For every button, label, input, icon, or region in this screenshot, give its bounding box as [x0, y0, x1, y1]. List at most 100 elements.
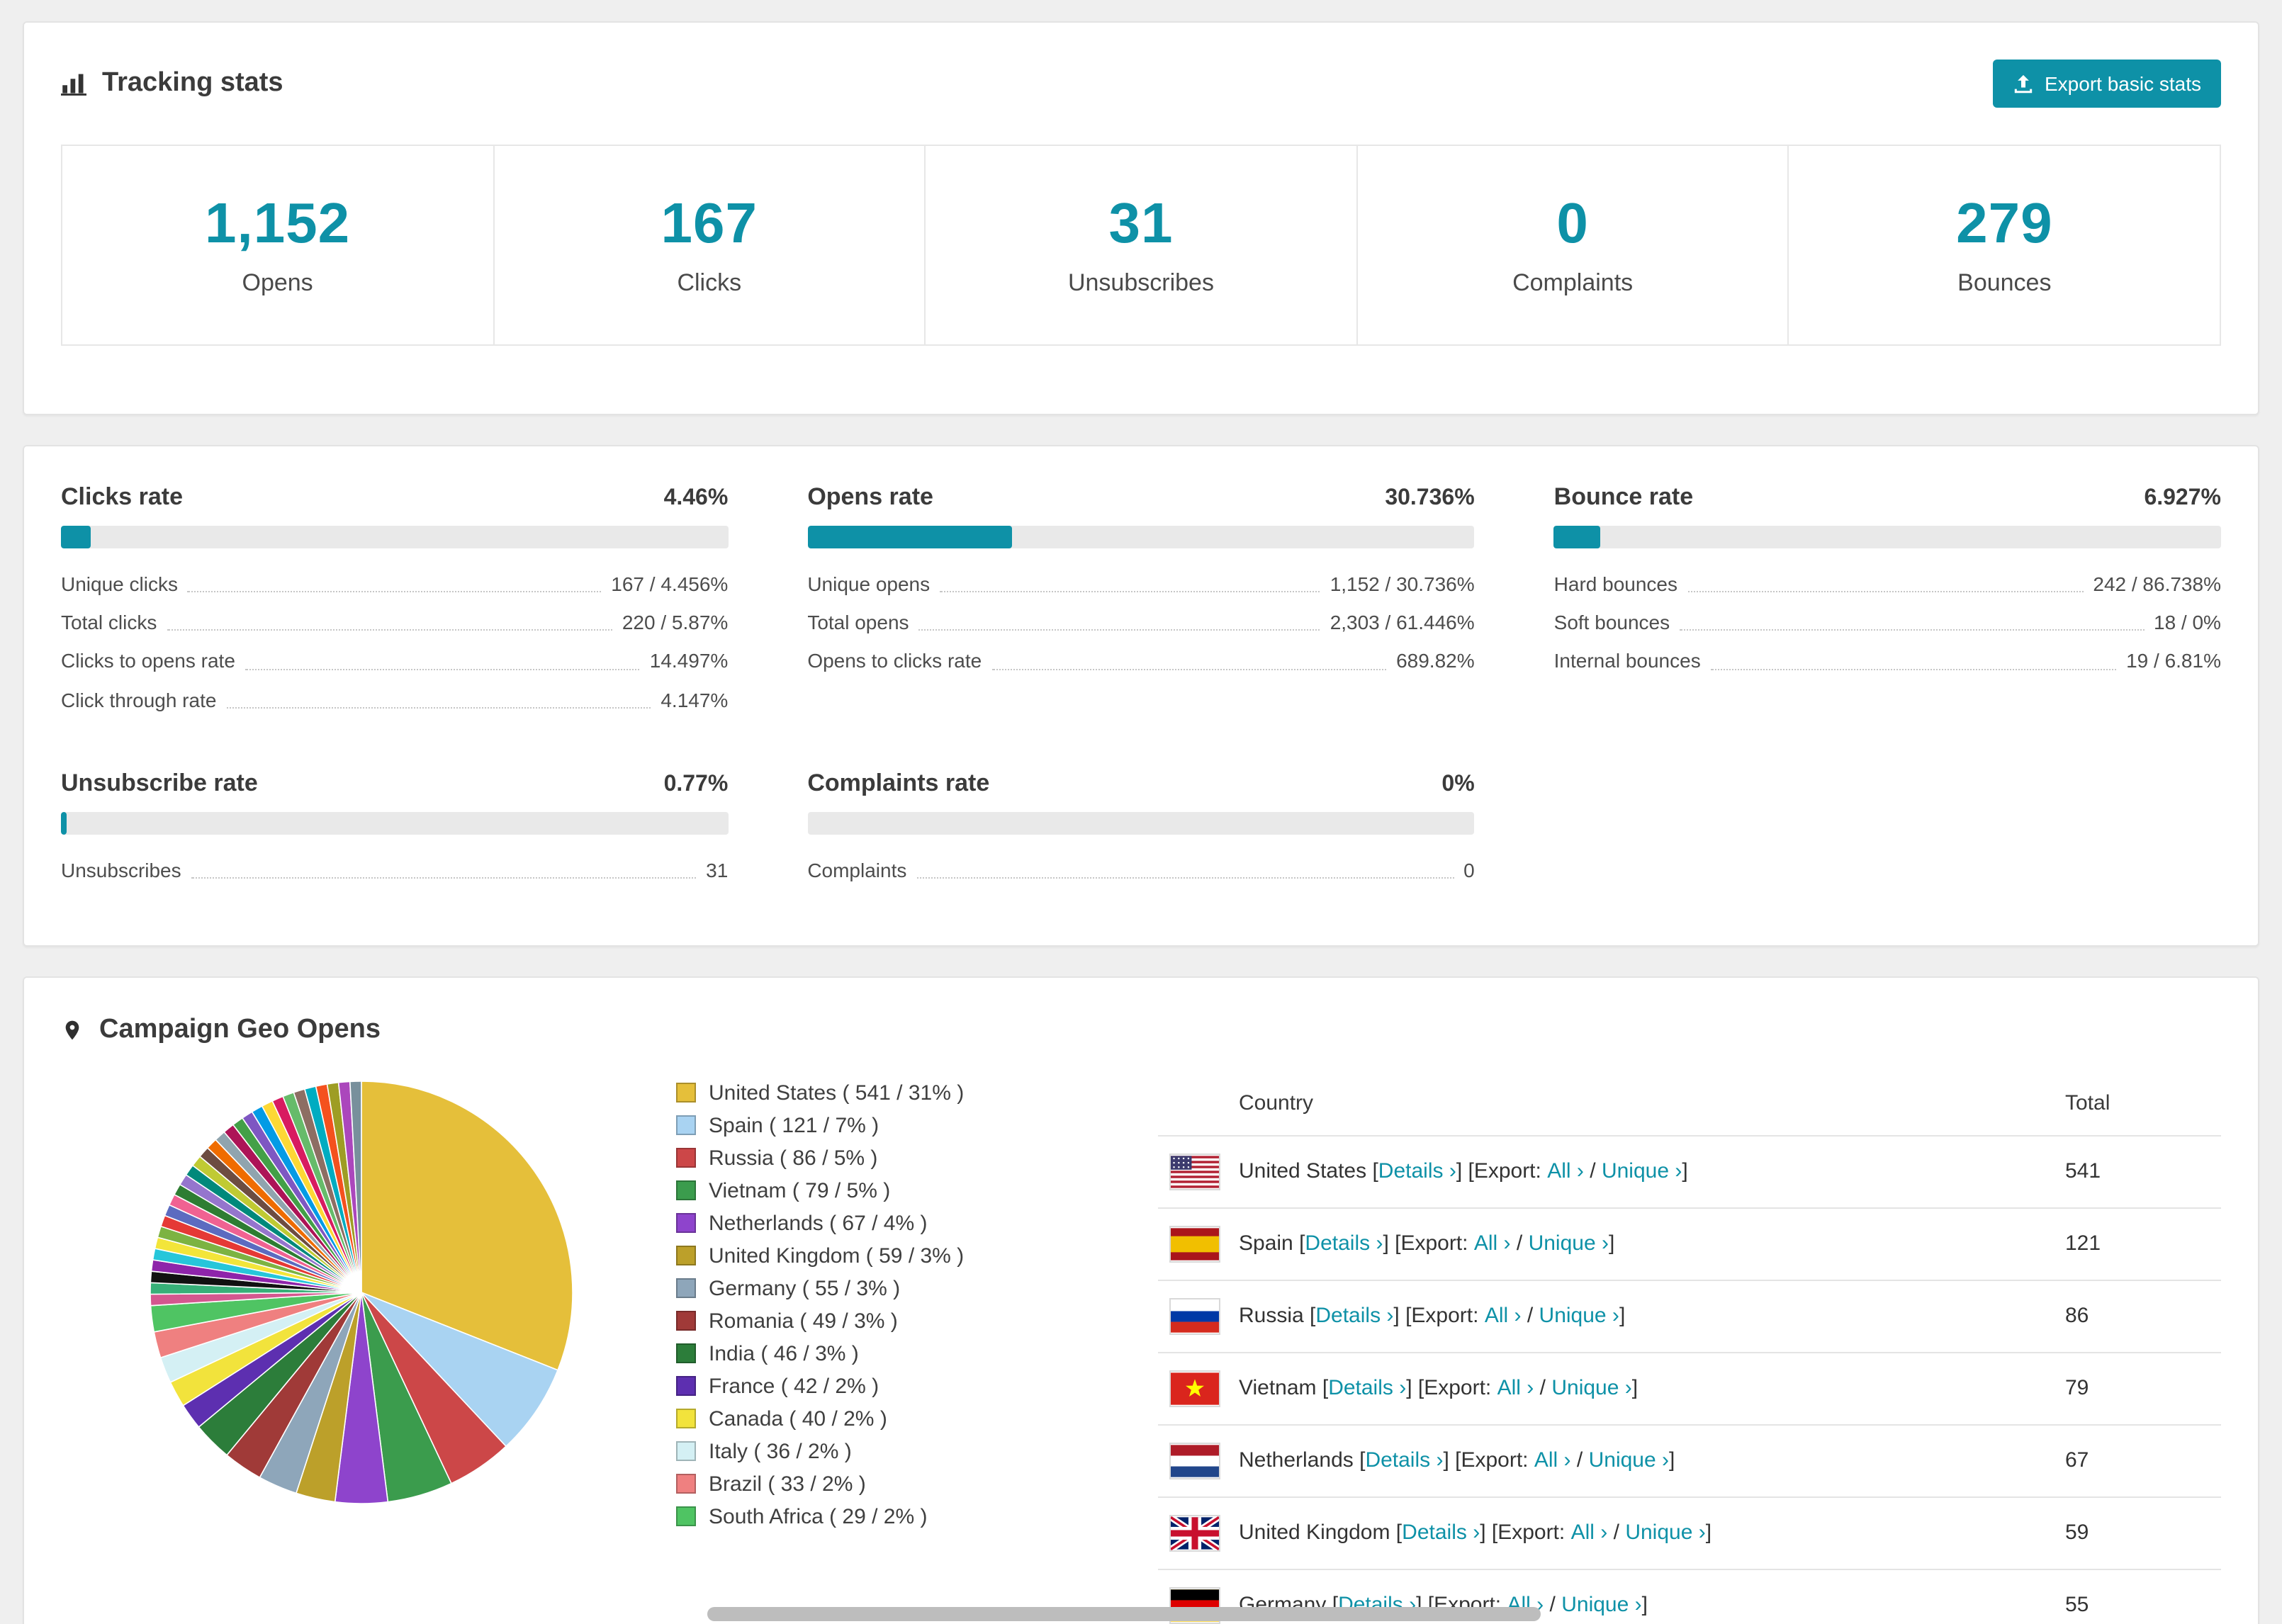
rate-detail-label: Hard bounces [1553, 573, 1677, 595]
rate-header: Unsubscribe rate 0.77% [61, 769, 728, 798]
rate-progress-bar [807, 811, 1475, 835]
country-cell: Spain [Details ›] [Export: All › / Uniqu… [1171, 1227, 2065, 1261]
bar-chart-icon [61, 74, 86, 96]
rate-progress-bar [61, 811, 729, 835]
export-all-link[interactable]: All › [1571, 1521, 1608, 1545]
stats-row: 1,152 Opens 167 Clicks 31 Unsubscribes 0 Compla… [61, 145, 2221, 346]
country-cell: Netherlands [Details ›] [Export: All › /… [1171, 1444, 2065, 1478]
stat-label: Unsubscribes [1067, 269, 1214, 296]
horizontal-scrollbar[interactable] [707, 1607, 1541, 1621]
legend-item-romania[interactable]: Romania ( 49 / 3% ) [676, 1305, 1030, 1338]
legend-item-russia[interactable]: Russia ( 86 / 5% ) [676, 1142, 1030, 1175]
details-link[interactable]: Details › [1402, 1521, 1480, 1545]
country-name: Vietnam [ [1239, 1376, 1329, 1401]
flag-vn-icon [1171, 1372, 1219, 1406]
rate-percent: 4.46% [663, 486, 729, 510]
slash-text: / [1510, 1231, 1529, 1256]
rate-detail-value: 242 / 86.738% [2093, 573, 2221, 595]
rate-detail-label: Unique clicks [61, 573, 178, 595]
legend-item-united-kingdom[interactable]: United Kingdom ( 59 / 3% ) [676, 1240, 1030, 1273]
export-all-link[interactable]: All › [1534, 1449, 1571, 1473]
flag-ru-icon [1171, 1299, 1219, 1333]
table-row-united-states: United States [Details ›] [Export: All ›… [1158, 1134, 2221, 1207]
rate-header: Bounce rate 6.927% [1554, 483, 2221, 512]
details-link[interactable]: Details › [1328, 1377, 1406, 1401]
stat-box-complaints: 0 Complaints [1356, 145, 1789, 346]
details-link[interactable]: Details › [1315, 1304, 1393, 1329]
legend-item-vietnam[interactable]: Vietnam ( 79 / 5% ) [676, 1175, 1030, 1207]
slash-text: / [1521, 1304, 1539, 1329]
stats-page: Tracking stats Export basic stats 1,152 O… [0, 0, 2282, 1624]
rate-percent: 0.77% [663, 772, 729, 796]
details-link[interactable]: Details › [1365, 1449, 1443, 1473]
rate-detail-label: Total opens [807, 611, 909, 634]
legend-item-france[interactable]: France ( 42 / 2% ) [676, 1370, 1030, 1403]
legend-swatch [676, 1376, 696, 1397]
table-row-united-kingdom: United Kingdom [Details ›] [Export: All … [1158, 1496, 2221, 1569]
rate-detail-value: 18 / 0% [2154, 611, 2221, 634]
rate-detail-value: 1,152 / 30.736% [1330, 573, 1475, 595]
legend-swatch [676, 1115, 696, 1136]
export-unique-link[interactable]: Unique › [1561, 1594, 1641, 1618]
bracket-close-text: ] [1608, 1231, 1615, 1256]
bracket-close-text: ] [1631, 1376, 1639, 1401]
stat-value: 279 [1956, 193, 2053, 255]
export-unique-link[interactable]: Unique › [1539, 1304, 1619, 1329]
stat-value: 167 [661, 193, 758, 255]
column-header-country: Country [1239, 1090, 1314, 1115]
details-link[interactable]: Details › [1305, 1232, 1383, 1256]
legend-item-south-africa[interactable]: South Africa ( 29 / 2% ) [676, 1501, 1030, 1533]
export-unique-link[interactable]: Unique › [1602, 1160, 1682, 1184]
dotted-leader [916, 876, 1454, 879]
rate-progress-bar [61, 526, 729, 548]
legend-item-italy[interactable]: Italy ( 36 / 2% ) [676, 1436, 1030, 1468]
country-name: Netherlands [ [1239, 1448, 1366, 1473]
bracket-text: ] [Export: [1443, 1448, 1534, 1473]
export-unique-link[interactable]: Unique › [1589, 1449, 1669, 1473]
rate-detail-row: Clicks to opens rate 14.497% [61, 648, 728, 674]
legend-item-netherlands[interactable]: Netherlands ( 67 / 4% ) [676, 1207, 1030, 1240]
country-cell: Vietnam [Details ›] [Export: All › / Uni… [1171, 1372, 2065, 1406]
legend-item-spain[interactable]: Spain ( 121 / 7% ) [676, 1110, 1030, 1142]
legend-item-india[interactable]: India ( 46 / 3% ) [676, 1338, 1030, 1370]
rates-grid: Clicks rate 4.46% Unique clicks 167 / 4.456… [61, 483, 2221, 883]
rate-detail-value: 19 / 6.81% [2126, 649, 2221, 672]
rate-progress-fill [807, 526, 1013, 548]
rate-title: Opens rate [807, 483, 933, 510]
rate-header: Clicks rate 4.46% [61, 483, 728, 512]
slash-text: / [1544, 1593, 1562, 1618]
export-unique-link[interactable]: Unique › [1551, 1377, 1631, 1401]
rate-detail-label: Complaints [807, 858, 907, 881]
rate-detail-label: Soft bounces [1553, 611, 1670, 634]
country-name: United States [ [1239, 1159, 1378, 1184]
legend-swatch [676, 1409, 696, 1429]
geo-card-title: Campaign Geo Opens [61, 1015, 381, 1046]
legend-item-united-states[interactable]: United States ( 541 / 31% ) [676, 1077, 1030, 1110]
legend-label: Spain ( 121 / 7% ) [709, 1113, 879, 1138]
export-all-link[interactable]: All › [1547, 1160, 1584, 1184]
dotted-leader [191, 876, 697, 879]
legend-label: France ( 42 / 2% ) [709, 1374, 879, 1399]
rate-header: Complaints rate 0% [807, 769, 1474, 798]
country-cell: United States [Details ›] [Export: All ›… [1171, 1155, 2065, 1189]
export-all-link[interactable]: All › [1497, 1377, 1534, 1401]
export-all-link[interactable]: All › [1485, 1304, 1522, 1329]
export-unique-link[interactable]: Unique › [1625, 1521, 1705, 1545]
dotted-leader [187, 591, 602, 593]
export-all-link[interactable]: All › [1474, 1232, 1511, 1256]
legend-item-brazil[interactable]: Brazil ( 33 / 2% ) [676, 1468, 1030, 1501]
legend-item-canada[interactable]: Canada ( 40 / 2% ) [676, 1403, 1030, 1436]
rate-detail-value: 220 / 5.87% [622, 611, 729, 634]
legend-swatch [676, 1311, 696, 1331]
rate-block-opens-rate: Opens rate 30.736% Unique opens 1,152 / 30.… [807, 483, 1475, 713]
rate-detail-value: 167 / 4.456% [611, 573, 729, 595]
export-unique-link[interactable]: Unique › [1529, 1232, 1609, 1256]
rate-block-clicks-rate: Clicks rate 4.46% Unique clicks 167 / 4.456… [61, 483, 729, 713]
stat-value: 1,152 [204, 193, 351, 255]
export-basic-stats-button[interactable]: Export basic stats [1992, 60, 2221, 108]
details-link[interactable]: Details › [1378, 1160, 1456, 1184]
pie-chart-svg [150, 1081, 573, 1504]
country-name: Russia [ [1239, 1304, 1316, 1329]
legend-item-germany[interactable]: Germany ( 55 / 3% ) [676, 1273, 1030, 1305]
export-icon [2013, 74, 2032, 93]
